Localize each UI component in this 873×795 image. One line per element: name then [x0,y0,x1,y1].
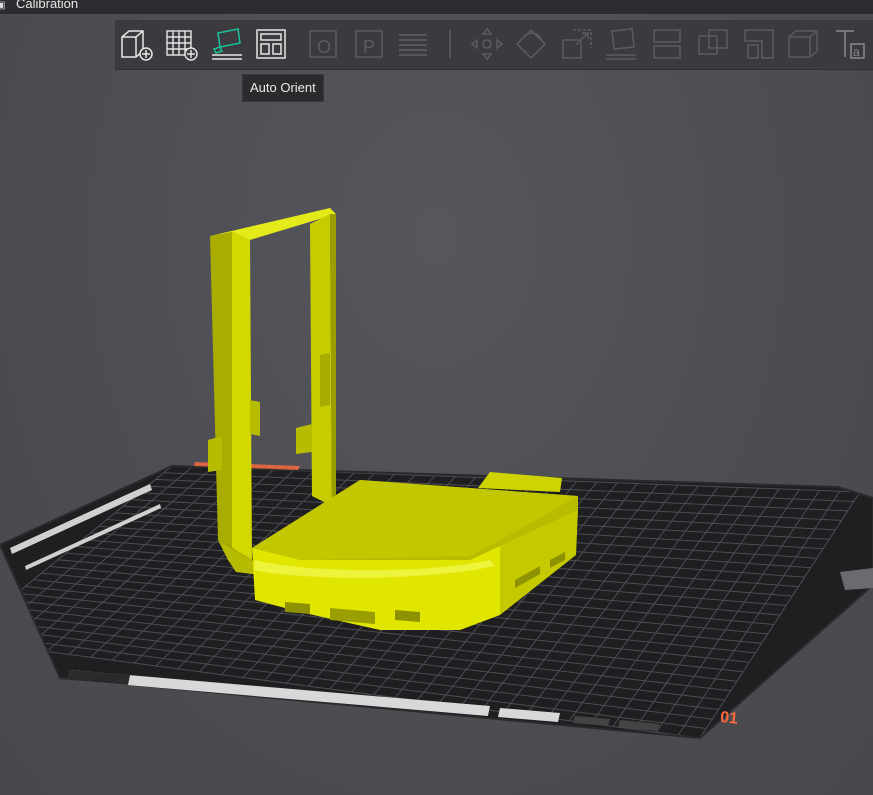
cut-button[interactable] [649,26,685,62]
arrange-icon [256,29,286,59]
split-objects-button[interactable]: O [305,26,341,62]
model-object[interactable] [208,208,578,630]
seam-paint-icon [788,30,818,58]
arrange-button[interactable] [253,26,289,62]
text-button[interactable]: a [831,26,867,62]
auto-orient-button[interactable] [209,26,245,62]
calibration-tab-icon: ▣ [0,0,6,11]
scale-icon [562,29,592,59]
mesh-boolean-button[interactable] [695,26,731,62]
support-paint-button[interactable] [741,26,777,62]
cut-icon [653,29,681,59]
boolean-icon [698,29,728,55]
svg-text:P: P [363,37,375,57]
3d-viewport[interactable]: 01 ▣ Calibration O P a Auto Orient [0,0,873,795]
calibration-tab[interactable]: Calibration [16,0,78,11]
top-toolbar: O P a [115,20,873,70]
plate-number: 01 [719,709,739,728]
layers-icon [399,34,427,56]
add-object-button[interactable] [118,26,154,62]
split-parts-button[interactable]: P [351,26,387,62]
support-paint-icon [744,29,774,59]
text-icon: a [836,30,865,59]
split-parts-icon: P [355,30,383,58]
build-scene[interactable]: 01 [0,0,873,795]
move-button[interactable] [469,26,505,62]
add-plate-button[interactable] [163,26,199,62]
toolbar-tooltip: Auto Orient [242,74,324,102]
rotate-button[interactable] [513,26,549,62]
seam-paint-button[interactable] [785,26,821,62]
split-objects-icon: O [309,30,337,58]
add-grid-icon [166,30,198,61]
title-bar: ▣ Calibration [0,0,873,14]
rotate-icon [515,28,547,60]
lay-on-face-icon [606,28,636,60]
auto-orient-icon [212,28,242,60]
svg-text:a: a [853,45,860,59]
add-cube-icon [121,30,153,61]
toolbar-separator [449,30,451,58]
layers-button[interactable] [395,26,431,62]
move-icon [470,27,504,61]
svg-text:O: O [317,37,331,57]
lay-on-face-button[interactable] [603,26,639,62]
scale-button[interactable] [559,26,595,62]
